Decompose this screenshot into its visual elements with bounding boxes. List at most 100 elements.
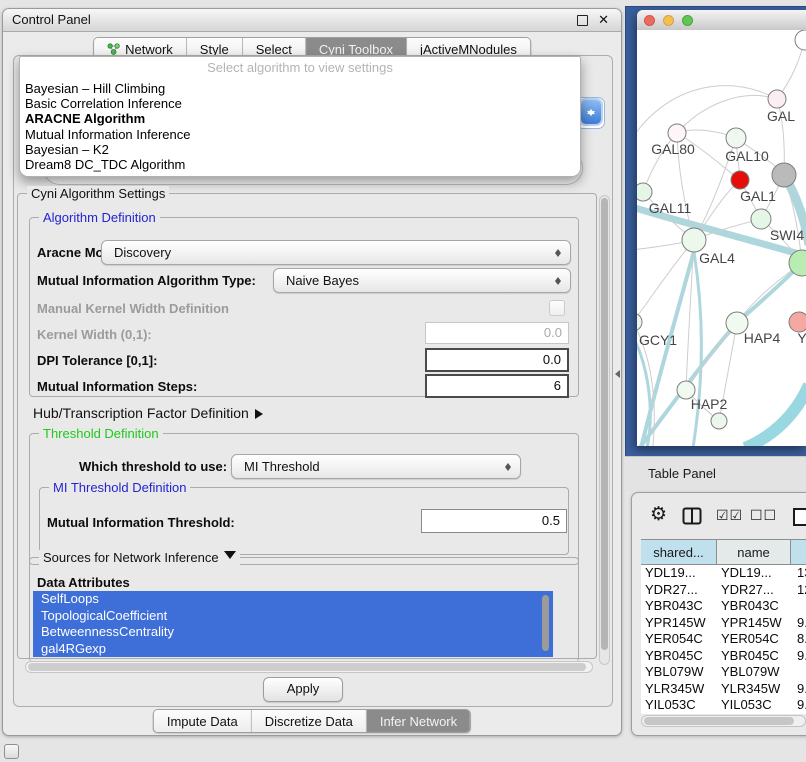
threshold-definition-title: Threshold Definition	[39, 426, 163, 441]
network-node-y[interactable]	[789, 312, 806, 332]
algorithm-dropdown-popup: Select algorithm to view settings Bayesi…	[19, 56, 581, 177]
table-cell: YER054C	[717, 631, 791, 648]
network-window-titlebar[interactable]	[637, 10, 806, 31]
corner-widget-icon[interactable]	[4, 744, 19, 759]
network-node[interactable]	[772, 163, 796, 187]
sources-group-title[interactable]: Sources for Network Inference	[39, 550, 240, 567]
table-row[interactable]: YDL19...YDL19...13	[641, 565, 806, 582]
tab-impute-data[interactable]: Impute Data	[154, 710, 252, 732]
data-attributes-label: Data Attributes	[37, 575, 130, 590]
column-header-name[interactable]: name	[717, 539, 791, 565]
tab-discretize-data[interactable]: Discretize Data	[252, 710, 367, 732]
column-header-a[interactable]: A	[791, 539, 806, 565]
network-node-gal10[interactable]	[726, 128, 746, 148]
kernel-width-field[interactable]: 0.0	[425, 322, 569, 344]
network-node-gal11[interactable]	[637, 183, 652, 201]
table-cell: YDR27...	[717, 582, 791, 599]
network-node-gal4[interactable]	[682, 228, 706, 252]
deselect-all-checkboxes-icon[interactable]: ☐☐	[750, 507, 777, 524]
control-panel-titlebar: Control Panel ✕	[3, 9, 621, 32]
combo-stepper-icon[interactable]	[581, 100, 601, 124]
dpi-tolerance-field[interactable]: 0.0	[425, 348, 569, 372]
collapsed-arrow-icon	[255, 409, 268, 419]
table-row[interactable]: YDR27...YDR27...12	[641, 582, 806, 599]
mi-threshold-field[interactable]: 0.5	[421, 509, 567, 533]
algorithm-option-bayesian-k2[interactable]: Bayesian – K2	[20, 142, 580, 157]
algorithm-option-aracne-algorithm[interactable]: ARACNE Algorithm	[20, 111, 580, 126]
table-header-row[interactable]: shared...nameA	[641, 539, 806, 565]
table-cell: YBR043C	[717, 598, 791, 615]
column-layout-icon[interactable]	[682, 507, 702, 530]
table-row[interactable]: YBR043CYBR043C	[641, 598, 806, 615]
which-threshold-select[interactable]: MI Threshold	[231, 454, 521, 479]
manual-kernel-label: Manual Kernel Width Definition	[37, 301, 229, 316]
table-row[interactable]: YIL053CYIL053C9.	[641, 697, 806, 714]
network-canvas[interactable]: GALGAL80GAL10GAL1GAL11SWI4GAL4GCY1HAP4YH…	[637, 30, 806, 446]
network-node[interactable]	[795, 30, 806, 50]
scrollbar-thumb[interactable]	[28, 663, 586, 671]
table-cell: YLR345W	[717, 681, 791, 698]
table-cell	[791, 598, 806, 615]
node-label-hap4: HAP4	[744, 330, 781, 346]
node-label-gal: GAL	[767, 108, 795, 124]
attribute-item-topologicalcoefficient[interactable]: TopologicalCoefficient	[33, 608, 553, 625]
aracne-mode-value: Discovery	[114, 245, 171, 260]
algorithm-option-bayesian-hill-climbing[interactable]: Bayesian – Hill Climbing	[20, 81, 580, 96]
panel-divider-arrow-icon[interactable]	[611, 370, 620, 378]
select-all-checkboxes-icon[interactable]: ☑☑	[716, 507, 743, 524]
manual-kernel-checkbox[interactable]	[549, 300, 565, 316]
algorithm-option-mutual-information-inference[interactable]: Mutual Information Inference	[20, 127, 580, 142]
data-attributes-list[interactable]: SelfLoopsTopologicalCoefficientBetweenne…	[33, 591, 553, 657]
algorithm-option-basic-correlation-inference[interactable]: Basic Correlation Inference	[20, 96, 580, 111]
network-node-gal80[interactable]	[668, 124, 686, 142]
attribute-item-betweennesscentrality[interactable]: BetweennessCentrality	[33, 624, 553, 641]
apply-button[interactable]: Apply	[263, 677, 343, 702]
tab-infer-network[interactable]: Infer Network	[367, 710, 470, 732]
table-cell: YBL079W	[641, 664, 717, 681]
attribute-item-gal4rgexp[interactable]: gal4RGexp	[33, 641, 553, 658]
table-row[interactable]: YPR145WYPR145W9.	[641, 615, 806, 632]
table-horizontal-scrollbar[interactable]	[641, 715, 806, 727]
table-row[interactable]: YBR045CYBR045C9.	[641, 648, 806, 665]
new-table-icon[interactable]	[792, 507, 806, 532]
network-view-window[interactable]: GALGAL80GAL10GAL1GAL11SWI4GAL4GCY1HAP4YH…	[637, 10, 806, 446]
close-traffic-light-icon[interactable]	[644, 15, 655, 26]
scrollbar-thumb[interactable]	[601, 198, 608, 650]
network-node-gcy1[interactable]	[637, 313, 642, 331]
table-panel-header: Table Panel	[625, 456, 806, 491]
vertical-scrollbar[interactable]	[599, 195, 610, 665]
hub-section-toggle[interactable]: Hub/Transcription Factor Definition	[33, 405, 268, 421]
table-row[interactable]: YER054CYER054C8.	[641, 631, 806, 648]
close-icon[interactable]: ✕	[598, 9, 609, 31]
network-node[interactable]	[711, 413, 727, 429]
algorithm-option-dream8-dc-tdc-algorithm[interactable]: Dream8 DC_TDC Algorithm	[20, 157, 580, 172]
table-cell: YPR145W	[717, 615, 791, 632]
panel-title: Control Panel	[12, 9, 91, 31]
scrollbar-thumb[interactable]	[644, 717, 794, 725]
dropdown-prompt: Select algorithm to view settings	[20, 60, 580, 75]
zoom-traffic-light-icon[interactable]	[682, 15, 693, 26]
table-cell: 12	[791, 582, 806, 599]
control-panel-window: Control Panel ✕ NetworkStyleSelectCyni T…	[2, 8, 622, 736]
table-row[interactable]: YBL079WYBL079W	[641, 664, 806, 681]
table-row[interactable]: YLR345WYLR345W9.	[641, 681, 806, 698]
table-panel-title: Table Panel	[648, 457, 716, 491]
mi-steps-field[interactable]: 6	[425, 374, 569, 398]
attribute-list-scrollbar[interactable]	[542, 595, 549, 651]
gear-icon[interactable]: ⚙	[650, 503, 667, 526]
column-header-shared[interactable]: shared...	[641, 539, 717, 565]
minimize-traffic-light-icon[interactable]	[663, 15, 674, 26]
which-threshold-label: Which threshold to use:	[79, 459, 227, 474]
aracne-mode-select[interactable]: Discovery	[101, 240, 571, 265]
mi-algorithm-type-select[interactable]: Naive Bayes	[273, 268, 571, 293]
horizontal-scrollbar[interactable]	[25, 661, 593, 673]
network-node-gal[interactable]	[768, 90, 786, 108]
table-body: YDL19...YDL19...13YDR27...YDR27...12YBR0…	[641, 565, 806, 714]
attribute-item-selfloops[interactable]: SelfLoops	[33, 591, 553, 608]
network-node-swi4[interactable]	[751, 209, 771, 229]
network-node-gal1[interactable]	[731, 171, 749, 189]
float-window-icon[interactable]	[577, 15, 588, 26]
which-threshold-value: MI Threshold	[244, 459, 320, 474]
mi-threshold-group-title: MI Threshold Definition	[49, 480, 190, 495]
node-label-gal11: GAL11	[649, 200, 692, 216]
